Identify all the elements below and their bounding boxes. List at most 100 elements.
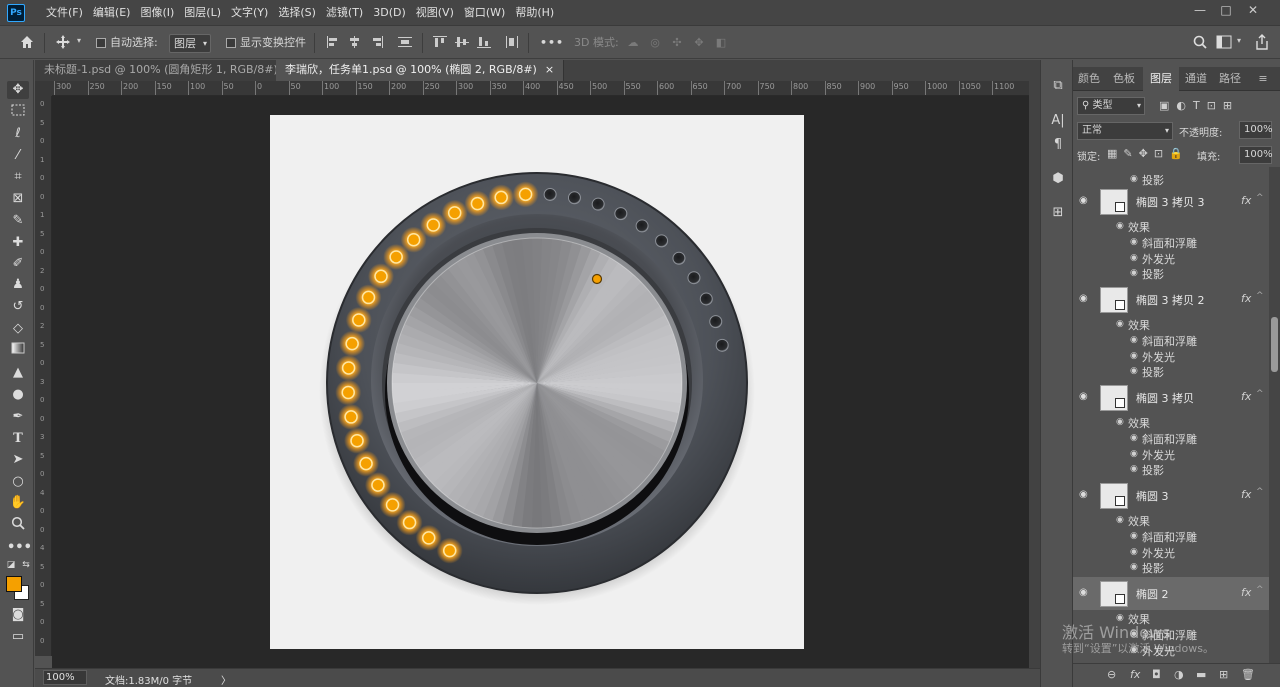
blend-mode-select[interactable]: 正常 ▾ — [1077, 122, 1173, 140]
eye-icon[interactable]: ◉ — [1130, 562, 1138, 572]
more-options-button[interactable]: ••• — [540, 35, 564, 51]
eye-icon[interactable]: ◉ — [1130, 237, 1138, 247]
tab-untitled-1[interactable]: 未标题-1.psd @ 100% (圆角矩形 1, RGB/8#) *× — [35, 60, 315, 81]
eye-icon[interactable]: ◉ — [1130, 335, 1138, 345]
tab-paths[interactable]: 路径 — [1213, 67, 1247, 91]
auto-select-checkbox[interactable] — [96, 38, 106, 48]
move-tool-icon[interactable]: ✥ — [7, 81, 29, 99]
eye-icon[interactable]: ◉ — [1116, 221, 1124, 231]
share-icon[interactable] — [1253, 34, 1271, 53]
tab-color[interactable]: 颜色 — [1073, 67, 1105, 91]
menu-image[interactable]: 图像(I) — [135, 0, 179, 26]
screen-mode-icon[interactable]: ▭ — [7, 628, 29, 646]
eye-icon[interactable]: ◉ — [1116, 515, 1124, 525]
gradient-tool-icon[interactable] — [7, 342, 29, 360]
minimize-button[interactable]: — — [1188, 0, 1212, 22]
ellipse-tool-icon[interactable]: ○ — [7, 473, 29, 491]
pen-tool-icon[interactable]: ✒ — [7, 408, 29, 426]
eye-icon[interactable]: ◉ — [1079, 587, 1088, 598]
add-style-icon[interactable]: fx — [1130, 668, 1140, 681]
chevron-up-icon[interactable]: ^ — [1256, 487, 1264, 497]
layers-scrollbar[interactable] — [1269, 167, 1280, 663]
3d-panel-icon[interactable]: ⬢ — [1048, 170, 1068, 188]
menu-type[interactable]: 文字(Y) — [226, 0, 273, 26]
menu-3d[interactable]: 3D(D) — [368, 0, 411, 26]
layer-filter-select[interactable]: ⚲ 类型 ▾ — [1077, 97, 1145, 115]
path-selection-tool-icon[interactable]: ➤ — [7, 451, 29, 469]
scroll-thumb[interactable] — [1271, 317, 1278, 372]
layer-row[interactable]: ◉ 椭圆 3 fx ^ — [1073, 479, 1269, 512]
canvas-vertical-scrollbar[interactable] — [1029, 81, 1040, 668]
align-right-icon[interactable] — [370, 36, 384, 51]
properties-panel-icon[interactable]: ⊞ — [1048, 204, 1068, 222]
layer-fx-icon[interactable]: fx — [1241, 292, 1251, 305]
align-center-icon[interactable] — [348, 36, 362, 51]
more-tools-icon[interactable]: ••• — [7, 539, 32, 557]
eye-icon[interactable]: ◉ — [1116, 417, 1124, 427]
status-menu-arrow[interactable]: 〉 — [221, 672, 231, 687]
eraser-tool-icon[interactable]: ◇ — [7, 320, 29, 338]
menu-help[interactable]: 帮助(H) — [510, 0, 559, 26]
eye-icon[interactable]: ◉ — [1130, 464, 1138, 474]
eye-icon[interactable]: ◉ — [1079, 489, 1088, 500]
hand-tool-icon[interactable]: ✋ — [7, 494, 29, 512]
tab-task-sheet[interactable]: 李瑞欣，任务单1.psd @ 100% (椭圆 2, RGB/8#) × — [276, 60, 565, 81]
history-panel-icon[interactable]: ⧉ — [1048, 77, 1068, 95]
zoom-level-field[interactable]: 100% — [43, 670, 87, 685]
eye-icon[interactable]: ◉ — [1130, 531, 1138, 541]
eye-icon[interactable]: ◉ — [1130, 351, 1138, 361]
menu-edit[interactable]: 编辑(E) — [88, 0, 136, 26]
document-canvas[interactable] — [270, 115, 804, 649]
magic-wand-tool-icon[interactable]: ⁄ — [7, 147, 29, 165]
foreground-color-swatch[interactable] — [6, 576, 22, 592]
tab-swatches[interactable]: 色板 — [1105, 67, 1143, 91]
eye-icon[interactable]: ◉ — [1079, 293, 1088, 304]
adjustment-layer-icon[interactable]: ◑ — [1174, 668, 1184, 681]
align-top-icon[interactable] — [433, 36, 447, 51]
layer-row[interactable]: ◉ 椭圆 2 fx ^ — [1073, 577, 1269, 610]
3d-roll-icon[interactable]: ◎ — [647, 36, 663, 49]
brush-tool-icon[interactable]: ✐ — [7, 255, 29, 273]
opacity-field[interactable]: 100% — [1239, 121, 1273, 139]
3d-slide-icon[interactable]: ✥ — [691, 36, 707, 49]
layer-fx-icon[interactable]: fx — [1241, 586, 1251, 599]
character-panel-icon[interactable]: A| — [1048, 112, 1068, 130]
stamp-tool-icon[interactable]: ♟ — [7, 276, 29, 294]
layer-row[interactable]: ◉ 椭圆 3 拷贝 2 fx ^ — [1073, 283, 1269, 316]
dodge-tool-icon[interactable]: ● — [7, 386, 29, 404]
show-transform-checkbox[interactable] — [226, 38, 236, 48]
history-brush-tool-icon[interactable]: ↺ — [7, 298, 29, 316]
default-colors-icon[interactable]: ◪ — [5, 560, 17, 570]
3d-orbit-icon[interactable]: ☁ — [625, 36, 641, 49]
fill-field[interactable]: 100% — [1239, 146, 1273, 164]
eye-icon[interactable]: ◉ — [1130, 366, 1138, 376]
type-tool-icon[interactable]: T — [7, 430, 29, 448]
eyedropper-tool-icon[interactable]: ✎ — [7, 212, 29, 230]
layer-fx-icon[interactable]: fx — [1241, 194, 1251, 207]
eye-icon[interactable]: ◉ — [1130, 547, 1138, 557]
menu-filter[interactable]: 滤镜(T) — [321, 0, 368, 26]
distribute-vertical-icon[interactable] — [505, 36, 519, 51]
filter-icons[interactable]: ▣◐T⊡⊞ — [1159, 99, 1239, 112]
delete-layer-icon[interactable]: 🗑 — [1241, 668, 1255, 681]
menu-view[interactable]: 视图(V) — [411, 0, 459, 26]
chevron-down-icon[interactable]: ▾ — [1234, 36, 1244, 45]
healing-brush-tool-icon[interactable]: ✚ — [7, 234, 29, 252]
align-left-icon[interactable] — [326, 36, 340, 51]
frame-tool-icon[interactable]: ⊠ — [7, 190, 29, 208]
home-icon[interactable] — [17, 34, 37, 52]
zoom-tool-icon[interactable] — [7, 516, 29, 534]
align-middle-icon[interactable] — [455, 36, 469, 51]
eye-icon[interactable]: ◉ — [1079, 391, 1088, 402]
paragraph-panel-icon[interactable]: ¶ — [1048, 136, 1068, 154]
canvas-area[interactable] — [52, 96, 1029, 668]
workspace-icon[interactable] — [1215, 35, 1233, 52]
menu-layer[interactable]: 图层(L) — [179, 0, 226, 26]
add-mask-icon[interactable]: ◘ — [1152, 668, 1161, 681]
search-icon[interactable] — [1191, 35, 1209, 52]
tab-channels[interactable]: 通道 — [1179, 67, 1213, 91]
layer-fx-icon[interactable]: fx — [1241, 390, 1251, 403]
distribute-icon[interactable] — [398, 36, 412, 51]
crop-tool-icon[interactable]: ⌗ — [7, 168, 29, 186]
tab-layers[interactable]: 图层 — [1143, 67, 1179, 91]
